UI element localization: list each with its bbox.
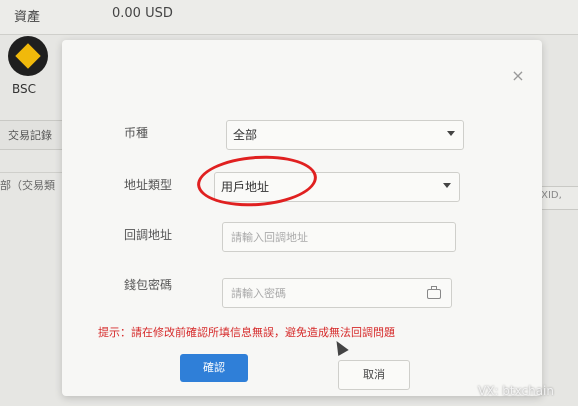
chevron-down-icon <box>443 183 451 188</box>
coin-name: BSC <box>12 82 37 96</box>
currency-label: 币種 <box>124 126 149 140</box>
callback-settings-modal: × 币種 全部 地址類型 用戶地址 回調地址 錢包密碼 提示：請在修改前確認所填… <box>62 40 542 396</box>
currency-value: 全部 <box>233 128 258 142</box>
close-icon[interactable]: × <box>510 68 526 84</box>
callback-address-input[interactable] <box>223 223 455 251</box>
asset-value: 0.00 USD <box>112 6 173 21</box>
wallet-password-label: 錢包密碼 <box>124 278 173 292</box>
tab-label: 交易記錄 <box>8 129 52 142</box>
cancel-button[interactable]: 取消 <box>338 360 410 390</box>
confirm-button[interactable]: 確認 <box>180 354 248 382</box>
tab-transaction-records[interactable]: 交易記錄 <box>0 120 63 150</box>
hint-text: 提示：請在修改前確認所填信息無誤，避免造成無法回調問題 <box>98 326 395 339</box>
filter-row[interactable]: 部（交易類 <box>0 172 70 199</box>
filter-text: 部（交易類 <box>0 179 55 192</box>
wallet-password-field[interactable] <box>222 278 452 308</box>
bnb-logo-icon <box>8 36 48 76</box>
wallet-password-input[interactable] <box>223 279 451 307</box>
callback-address-field[interactable] <box>222 222 456 252</box>
asset-label: 資產 <box>14 10 41 25</box>
address-type-label: 地址類型 <box>124 178 173 192</box>
eye-icon[interactable] <box>427 286 441 299</box>
callback-address-label: 回調地址 <box>124 228 173 242</box>
watermark-text: VX: btxchain <box>478 384 554 398</box>
mouse-cursor-icon <box>331 337 349 357</box>
chevron-down-icon <box>447 131 455 136</box>
asset-row: 資產 0.00 USD <box>0 0 578 35</box>
currency-select[interactable]: 全部 <box>226 120 464 150</box>
